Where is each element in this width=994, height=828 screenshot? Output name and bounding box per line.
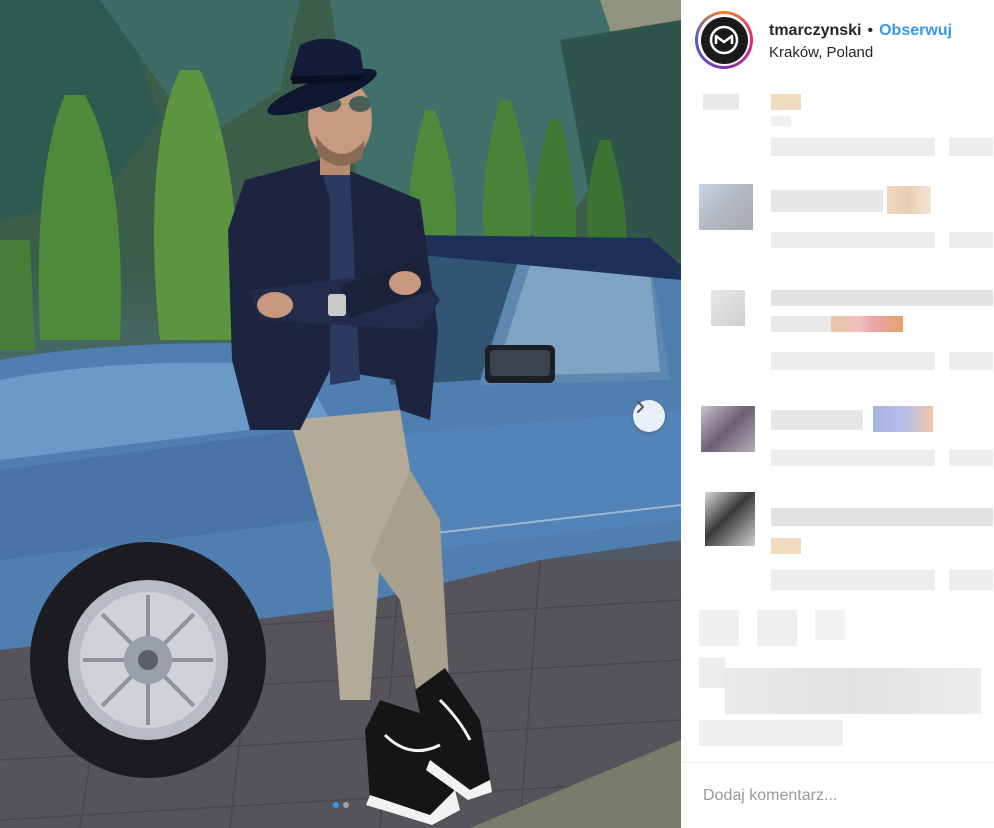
comments-list <box>681 80 994 754</box>
post-side-panel: tmarczynski • Obserwuj Kraków, Poland <box>681 0 994 828</box>
like-icon-blurred <box>699 610 739 646</box>
add-comment-bar <box>681 762 994 828</box>
follow-button[interactable]: Obserwuj <box>879 22 952 40</box>
comment-text-blurred <box>771 290 993 306</box>
profile-logo-icon <box>709 25 739 55</box>
share-icon-blurred <box>815 610 845 640</box>
comment-avatar-blurred <box>701 406 755 452</box>
carousel-next-button[interactable] <box>633 400 665 432</box>
add-comment-input[interactable] <box>703 786 963 805</box>
comment-avatar-blurred <box>705 492 755 546</box>
photo-scene <box>0 0 681 828</box>
comment-text-blurred <box>771 116 791 126</box>
comment-meta-blurred <box>949 232 993 248</box>
likes-text-blurred <box>725 668 981 714</box>
comment-meta-blurred <box>949 138 993 156</box>
carousel-dot-1 <box>332 802 339 808</box>
comment-emoji-blurred <box>831 316 903 332</box>
comment-text-blurred <box>771 190 883 212</box>
comment-text-blurred <box>771 508 993 526</box>
comment-avatar-blurred <box>711 290 745 326</box>
location-link[interactable]: Kraków, Poland <box>769 44 952 61</box>
timestamp-blurred <box>699 720 843 746</box>
comment-icon-blurred <box>757 610 797 646</box>
comment-meta-blurred <box>771 138 935 156</box>
avatar[interactable] <box>695 11 753 69</box>
separator-dot: • <box>867 21 874 39</box>
comment-avatar-blurred <box>699 184 753 230</box>
comment-meta-blurred <box>771 570 935 590</box>
comment-meta-blurred <box>949 450 993 466</box>
comment-text-blurred <box>771 94 801 110</box>
comment-emoji-blurred <box>771 538 801 554</box>
comment-meta-blurred <box>771 450 935 466</box>
comment-meta-blurred <box>949 570 993 590</box>
comment-meta-blurred <box>949 352 993 370</box>
carousel-dot-2 <box>342 802 349 808</box>
post-photo[interactable] <box>0 0 681 828</box>
comment-text-blurred <box>771 410 863 430</box>
post-header: tmarczynski • Obserwuj Kraków, Poland <box>681 0 994 80</box>
comment-text-blurred <box>771 316 831 332</box>
comment-meta-blurred <box>771 352 935 370</box>
comment-emoji-blurred <box>873 406 933 432</box>
comment-avatar-blurred <box>703 94 739 110</box>
comment-meta-blurred <box>771 232 935 248</box>
comment-emoji-blurred <box>887 186 931 214</box>
carousel-indicator <box>0 802 681 808</box>
likes-text-blurred <box>699 658 725 688</box>
username-link[interactable]: tmarczynski <box>769 22 862 40</box>
chevron-right-icon <box>637 401 644 413</box>
